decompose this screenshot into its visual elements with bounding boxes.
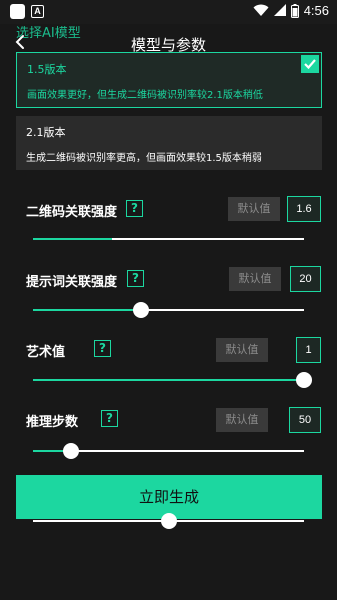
model-name: 1.5版本: [27, 63, 67, 76]
help-icon[interactable]: ?: [94, 340, 111, 357]
help-icon[interactable]: ?: [101, 410, 118, 427]
slider-thumb[interactable]: [133, 302, 150, 318]
status-bar: A 4:56: [0, 0, 337, 24]
stray-slider-thumb[interactable]: [160, 513, 177, 529]
slider-fill: [33, 309, 142, 311]
value-input[interactable]: 20: [290, 266, 321, 292]
value-input[interactable]: 1: [296, 337, 321, 363]
battery-icon: [290, 3, 299, 18]
model-card-1-5[interactable]: 1.5版本 画面效果更好，但生成二维码被识别率较2.1版本稍低: [16, 52, 322, 108]
default-value-button[interactable]: 默认值: [216, 408, 268, 432]
default-value-button[interactable]: 默认值: [229, 267, 281, 291]
slider-fill: [33, 238, 112, 240]
slider-track[interactable]: [33, 302, 304, 318]
a-notification-icon: A: [31, 5, 44, 18]
signal-icon: [273, 4, 286, 16]
param-label: 二维码关联强度: [26, 205, 118, 220]
model-description: 生成二维码被识别率更高，但画面效果较1.5版本稍弱: [26, 153, 262, 164]
model-card-2-1[interactable]: 2.1版本 生成二维码被识别率更高，但画面效果较1.5版本稍弱: [16, 116, 322, 170]
value-input[interactable]: 50: [289, 407, 321, 433]
help-icon[interactable]: ?: [126, 200, 143, 217]
model-name: 2.1版本: [26, 126, 66, 139]
param-label: 推理步数: [26, 415, 79, 430]
slider-track[interactable]: [33, 238, 304, 240]
param-label: 艺术值: [26, 345, 66, 360]
slider-thumb[interactable]: [62, 443, 79, 459]
status-time: 4:56: [303, 3, 329, 18]
default-value-button[interactable]: 默认值: [216, 338, 268, 362]
app-icon: [10, 4, 25, 19]
model-description: 画面效果更好，但生成二维码被识别率较2.1版本稍低: [27, 90, 263, 101]
stray-slider-track[interactable]: [33, 513, 304, 529]
param-label: 提示词关联强度: [26, 275, 118, 290]
check-icon: [301, 55, 319, 73]
default-value-button[interactable]: 默认值: [228, 197, 280, 221]
wifi-icon: [253, 4, 269, 16]
slider-fill: [33, 379, 304, 381]
slider-thumb[interactable]: [296, 372, 312, 388]
slider-track[interactable]: [33, 372, 312, 388]
help-icon[interactable]: ?: [127, 270, 144, 287]
value-input[interactable]: 1.6: [287, 196, 321, 222]
slider-track[interactable]: [33, 443, 304, 459]
